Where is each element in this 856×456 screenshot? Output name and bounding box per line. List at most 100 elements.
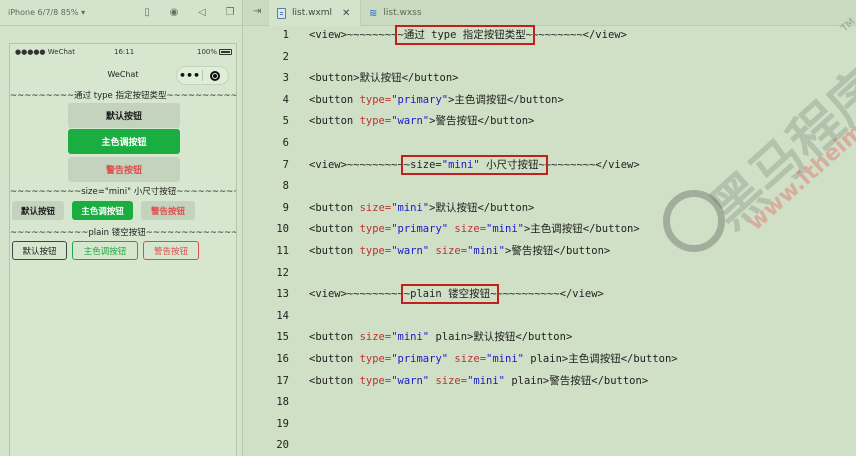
more-icon[interactable]: ••• — [177, 67, 202, 84]
line-number: 12 — [276, 266, 289, 279]
line-number: 4 — [282, 93, 289, 106]
code-line[interactable]: 16 <button type="primary" size="mini" pla… — [243, 350, 856, 368]
battery-indicator: 100% — [197, 48, 232, 56]
code-token: >警告按钮</button> — [505, 245, 611, 257]
code-string: "mini" — [391, 201, 430, 214]
code-token: <button — [309, 245, 360, 257]
code-token: <button — [309, 223, 360, 236]
plain-warn-button[interactable]: 警告按钮 — [143, 241, 199, 260]
code-token: >默认按钮</button> — [429, 201, 535, 214]
code-token: >警告按钮</button> — [429, 115, 535, 128]
code-line[interactable]: 10 <button type="primary" size="mini">主色调… — [243, 220, 856, 238]
code-line[interactable]: 7 <view>~~~~~~~~~~size="mini" 小尺寸按钮~~~~~~… — [243, 154, 856, 175]
code-token: ~~~~~~~~~~</view> — [496, 288, 604, 301]
code-attribute: size= — [454, 223, 487, 236]
code-attribute: size= — [454, 353, 487, 365]
code-line[interactable]: 2 — [243, 48, 856, 66]
mini-default-button[interactable]: 默认按钮 — [12, 201, 64, 220]
line-number: 18 — [276, 396, 289, 409]
battery-icon — [219, 49, 232, 55]
code-line[interactable]: 6 — [243, 134, 856, 152]
code-attribute: size= — [359, 331, 392, 344]
code-text: <button type="primary" size="mini">主色调按钮… — [309, 220, 640, 238]
line-number: 7 — [282, 158, 289, 171]
code-line[interactable]: 14 — [243, 307, 856, 325]
code-line[interactable]: 5 <button type="warn">警告按钮</button> — [243, 112, 856, 130]
code-line[interactable]: 18 — [243, 393, 856, 411]
code-string: "mini" — [486, 223, 524, 236]
code-token: <button — [309, 201, 360, 214]
line-number: 14 — [276, 309, 289, 322]
code-line[interactable]: 20 — [243, 436, 856, 454]
code-text: <button type="warn" size="mini" plain>警告… — [309, 372, 648, 390]
default-button[interactable]: 默认按钮 — [68, 103, 180, 128]
code-text: <button size="mini" plain>默认按钮</button> — [309, 328, 572, 346]
code-token: plain>主色调按钮</button> — [523, 353, 678, 365]
clock-label: 16:11 — [114, 48, 135, 56]
code-line[interactable]: 15 <button size="mini" plain>默认按钮</button… — [243, 328, 856, 346]
line-number: 9 — [282, 201, 289, 214]
code-text: <button type="warn" size="mini">警告按钮</bu… — [309, 242, 610, 260]
code-line[interactable]: 11 <button type="warn" size="mini">警告按钮</… — [243, 242, 856, 260]
target-icon — [210, 70, 221, 81]
code-line[interactable]: 9 <button size="mini">默认按钮</button> — [243, 199, 856, 217]
code-line[interactable]: 1 <view>~~~~~~~~~通过 type 指定按钮类型~~~~~~~~~<… — [243, 25, 856, 45]
code-text: <button type="primary" size="mini" plain… — [309, 350, 678, 368]
code-token: plain>默认按钮</button> — [429, 331, 573, 344]
code-token: <view>~~~~~~~~~ — [309, 158, 404, 171]
capsule-menu: ••• — [176, 66, 229, 85]
editor-tab-bar: ⇥ list.wxml ✕ ≋ list.wxss — [243, 0, 856, 26]
plain-primary-button[interactable]: 主色调按钮 — [72, 241, 138, 260]
close-miniprogram-button[interactable] — [203, 70, 228, 81]
code-token: <button — [309, 374, 360, 387]
line-number: 15 — [276, 331, 289, 344]
code-attribute: type= — [359, 374, 392, 387]
volume-icon[interactable]: ◁ — [195, 6, 209, 20]
code-token: <view>~~~~~~~~ — [309, 29, 398, 41]
code-line[interactable]: 17 <button type="warn" size="mini" plain>… — [243, 372, 856, 390]
mini-warn-button[interactable]: 警告按钮 — [141, 201, 195, 220]
section-type-title: ~~~~~~~~~通过 type 指定按钮类型~~~~~~~~~~~~~~~ — [10, 91, 236, 101]
code-attribute: size= — [359, 201, 392, 214]
section-plain-title: ~~~~~~~~~~~plain 镂空按钮~~~~~~~~~~~~~~~~ — [10, 228, 236, 238]
code-string: "mini" — [467, 245, 505, 257]
tab-list-wxss[interactable]: ≋ list.wxss — [361, 0, 443, 26]
code-line[interactable]: 12 — [243, 264, 856, 282]
code-line[interactable]: 8 — [243, 177, 856, 195]
line-number: 19 — [276, 417, 289, 430]
code-line[interactable]: 3 <button>默认按钮</button> — [243, 69, 856, 87]
code-token: <button — [309, 115, 360, 128]
code-token: <view>~~~~~~~~~ — [309, 288, 404, 301]
code-attribute: type= — [359, 223, 392, 236]
split-editor-icon[interactable]: ⇥ — [253, 6, 261, 17]
close-tab-icon[interactable]: ✕ — [342, 8, 350, 19]
highlight-box — [400, 154, 548, 175]
code-string: "warn" — [391, 245, 430, 257]
line-number: 6 — [282, 137, 289, 149]
line-number: 17 — [276, 374, 289, 387]
code-line[interactable]: 19 — [243, 415, 856, 433]
window-icon[interactable]: ❐ — [223, 6, 237, 20]
code-string: "primary" — [391, 353, 449, 365]
warn-button[interactable]: 警告按钮 — [68, 157, 180, 182]
tab-label: list.wxss — [383, 8, 422, 18]
code-line[interactable]: 13 <view>~~~~~~~~~~plain 镂空按钮~~~~~~~~~~~<… — [243, 284, 856, 305]
mini-primary-button[interactable]: 主色调按钮 — [72, 201, 133, 220]
code-attribute: type= — [359, 245, 392, 257]
device-select[interactable]: iPhone 6/7/8 85% ▾ — [8, 8, 85, 17]
simulator-panel: iPhone 6/7/8 85% ▾ ▯ ◉ ◁ ❐ ●●●●● WeChat … — [0, 0, 243, 456]
code-line[interactable]: 4 <button type="primary">主色调按钮</button> — [243, 91, 856, 109]
phone-screen: ●●●●● WeChat 16:11 100% WeChat ••• ~~~~~… — [9, 43, 237, 456]
primary-button[interactable]: 主色调按钮 — [68, 129, 180, 154]
code-string: "mini" — [467, 374, 505, 387]
code-token: >主色调按钮</button> — [523, 223, 640, 236]
status-bar: ●●●●● WeChat 16:11 100% — [10, 44, 236, 60]
tab-list-wxml[interactable]: list.wxml ✕ — [269, 0, 361, 26]
plain-default-button[interactable]: 默认按钮 — [12, 241, 67, 260]
code-text: <button>默认按钮</button> — [309, 69, 458, 87]
record-icon[interactable]: ◉ — [167, 6, 181, 20]
phone-icon[interactable]: ▯ — [140, 6, 154, 20]
line-number: 11 — [276, 245, 289, 257]
code-string: "primary" — [391, 93, 449, 106]
code-token: plain>警告按钮</button> — [505, 374, 649, 387]
